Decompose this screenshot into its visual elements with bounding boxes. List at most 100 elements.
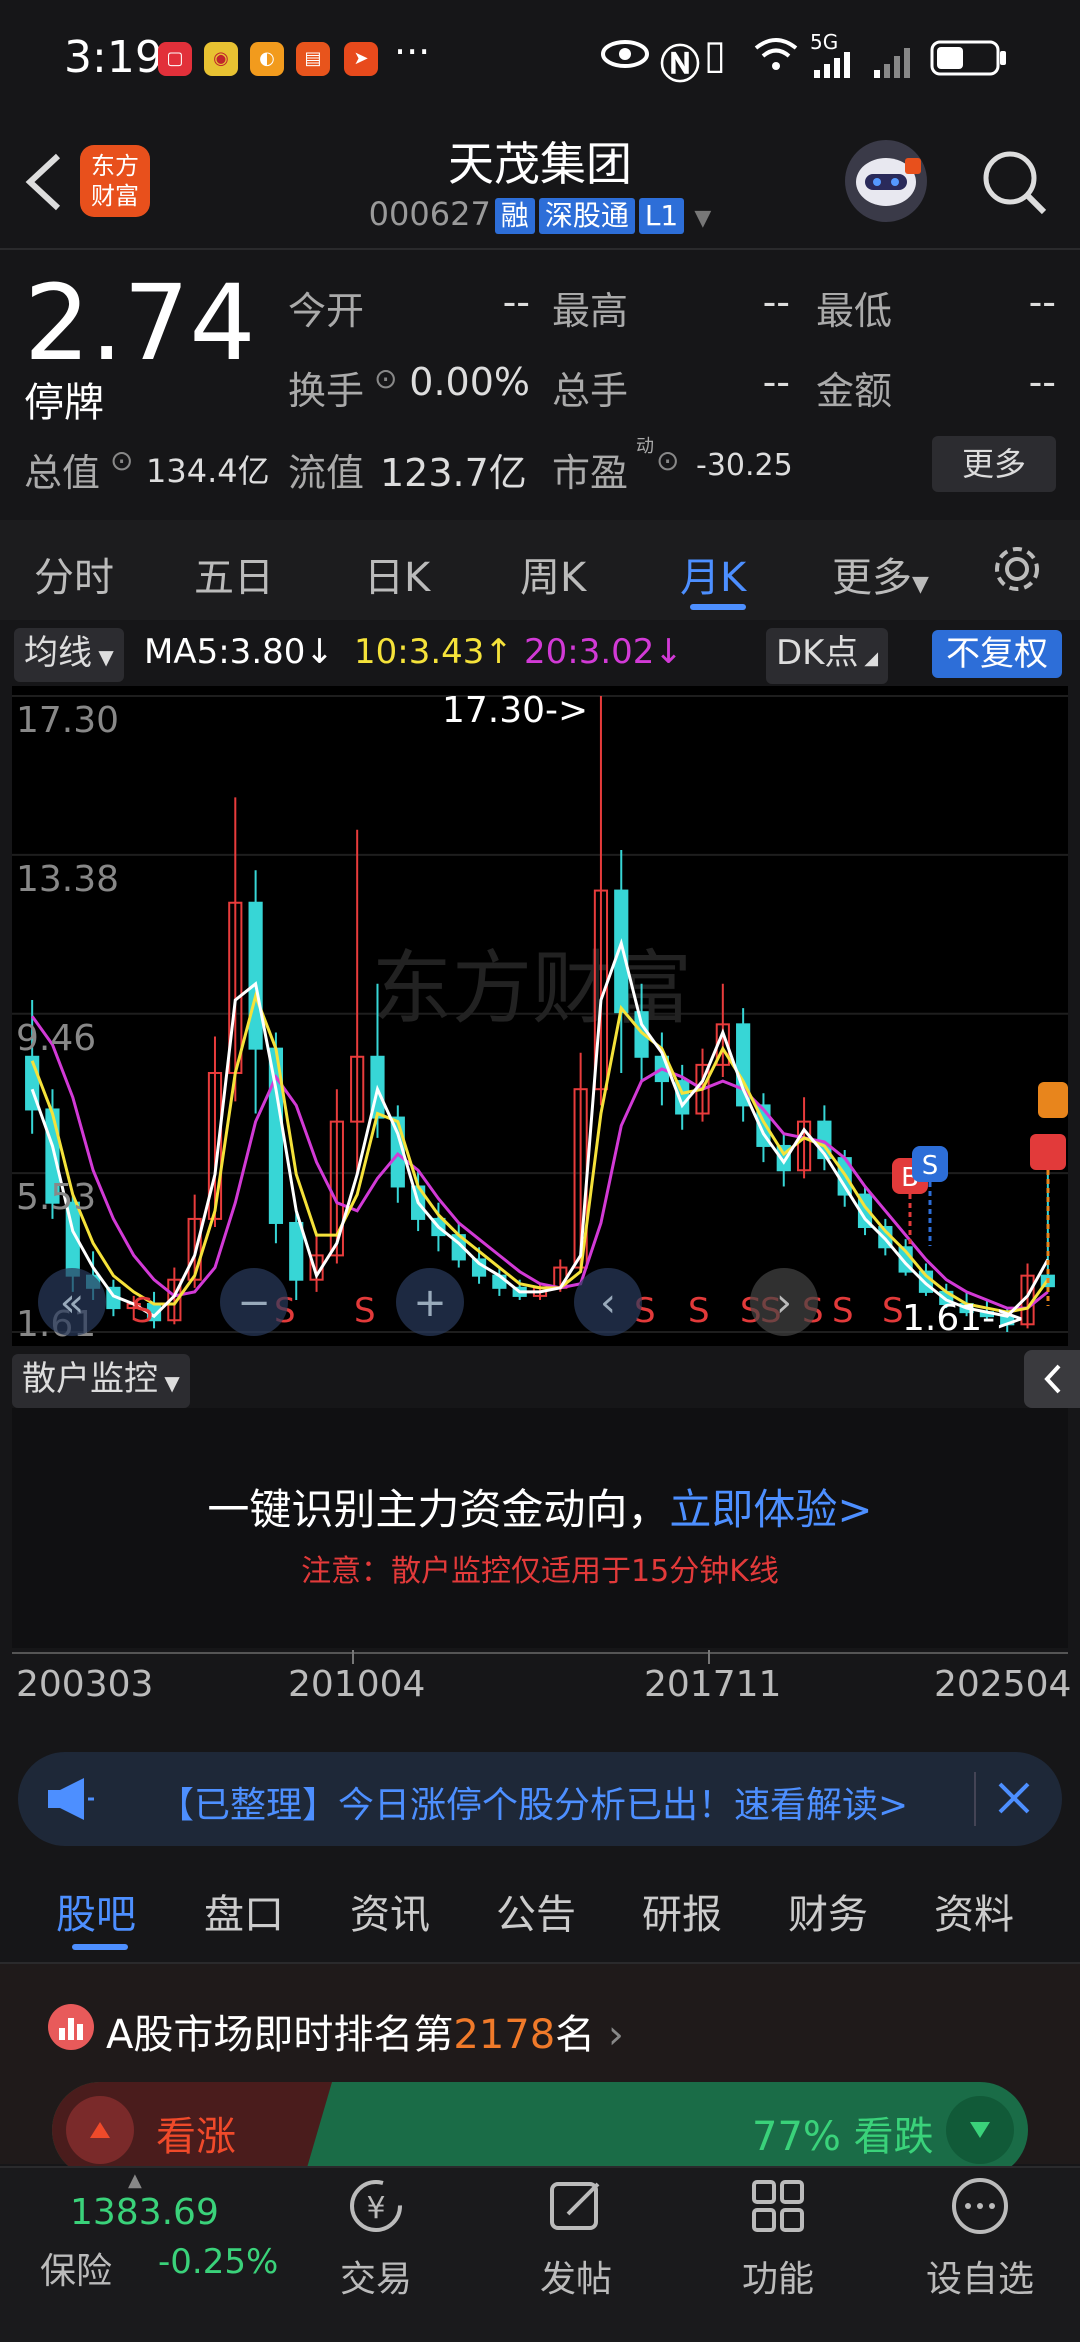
- level-tag: L1: [638, 198, 685, 234]
- more-notifications-icon: ···: [394, 30, 431, 74]
- shopping-icon: ▤: [296, 42, 330, 76]
- adjust-button[interactable]: 不复权: [932, 630, 1062, 678]
- send-icon: ➤: [344, 42, 378, 76]
- sell-signal-letter: S: [882, 1291, 904, 1331]
- monitor-promo[interactable]: 一键识别主力资金动向，立即体验>: [12, 1476, 1068, 1537]
- chevron-left-icon: ‹: [600, 1280, 616, 1326]
- sell-signal-letter: S: [354, 1291, 376, 1331]
- info-icon[interactable]: ⊙: [110, 444, 133, 477]
- rank-suffix: 名: [555, 2012, 596, 2058]
- tab-announcements[interactable]: 公告: [496, 1882, 576, 1940]
- tab-intraday[interactable]: 分时: [34, 545, 114, 603]
- index-name: 保险: [40, 2251, 113, 2292]
- y-axis-label: 17.30: [16, 700, 119, 741]
- x-axis-line: [12, 1652, 1068, 1654]
- info-icon[interactable]: ⊙: [656, 444, 679, 477]
- y-axis-label: 5.53: [16, 1177, 96, 1218]
- taobao-icon: ◐: [250, 42, 284, 76]
- rank-chart-icon: [48, 2004, 94, 2050]
- triangle-down-icon: [970, 2122, 990, 2138]
- sell-signal-letter: S: [132, 1291, 154, 1331]
- active-tab-indicator: [72, 1944, 128, 1950]
- retail-monitor-panel: 一键识别主力资金动向，立即体验> 注意：散户监控仅适用于15分钟K线: [12, 1408, 1068, 1648]
- triangle-up-icon: [90, 2122, 110, 2138]
- tab-weekly-k[interactable]: 周K: [520, 545, 586, 603]
- search-button[interactable]: [980, 148, 1050, 222]
- edit-icon: [550, 2182, 600, 2230]
- tab-more[interactable]: 更多▼: [832, 545, 929, 603]
- vote-bull-button[interactable]: [66, 2096, 134, 2164]
- megaphone-icon: [44, 1774, 96, 1828]
- nfc-icon: Ⓝ: [660, 42, 700, 88]
- tab-profile[interactable]: 资料: [934, 1882, 1014, 1940]
- rank-row[interactable]: A股市场即时排名第2178名 ›: [106, 2002, 624, 2060]
- ma10-value: 10:3.43↑: [354, 632, 513, 672]
- chevron-left-icon: [1044, 1364, 1061, 1394]
- event-marker-icon[interactable]: [1030, 1134, 1066, 1170]
- more-quote-button[interactable]: 更多: [932, 436, 1056, 492]
- collapse-panel-button[interactable]: [1024, 1350, 1080, 1408]
- ma20-value: 20:3.02↓: [524, 632, 683, 672]
- monitor-headline: 一键识别主力资金动向，: [207, 1485, 670, 1534]
- svg-text:¥: ¥: [366, 2191, 385, 2226]
- kline-chart[interactable]: 东方财富 17.3013.389.465.531.61 17.30-> 1.61…: [12, 686, 1068, 1346]
- nav-add-watchlist-label: 设自选: [925, 2259, 1034, 2300]
- status-time: 3:19: [64, 32, 163, 83]
- nav-post[interactable]: 发帖: [496, 2170, 656, 2340]
- caret-down-icon: ▼: [694, 206, 712, 231]
- ma-select[interactable]: 均线 ▼: [14, 628, 124, 682]
- chart-settings-button[interactable]: [990, 542, 1044, 600]
- pe-label: 市盈: [552, 451, 629, 495]
- grid-icon: [752, 2180, 804, 2232]
- yen-exchange-icon: ¥: [350, 2180, 402, 2232]
- tab-monthly-k[interactable]: 月K: [680, 545, 746, 603]
- monitor-note: 注意：散户监控仅适用于15分钟K线: [301, 1554, 779, 1589]
- sell-signal-letter: S: [688, 1291, 710, 1331]
- float-label: 流值: [288, 451, 365, 495]
- dk-label: DK点: [776, 633, 859, 673]
- monitor-cta[interactable]: 立即体验>: [669, 1485, 872, 1534]
- tab-financials[interactable]: 财务: [788, 1882, 868, 1940]
- pe-value: -30.25: [696, 448, 793, 483]
- event-marker-icon[interactable]: [1038, 1082, 1068, 1118]
- divider: [0, 248, 1080, 250]
- tab-research[interactable]: 研报: [642, 1882, 722, 1940]
- open-label: 今开: [288, 289, 365, 333]
- margin-tag: 融: [494, 198, 535, 234]
- banner-text[interactable]: 【已整理】今日涨停个股分析已出！速看解读>: [158, 1776, 958, 1828]
- max-price-label: 17.30->: [442, 690, 588, 731]
- tab-news[interactable]: 资讯: [350, 1882, 430, 1940]
- robot-assistant-icon[interactable]: [845, 140, 927, 222]
- vibrate-icon: ▯: [704, 32, 727, 78]
- close-banner-button[interactable]: [992, 1776, 1036, 1824]
- tab-daily-k[interactable]: 日K: [364, 545, 430, 603]
- open-value: --: [502, 280, 530, 324]
- retail-monitor-select[interactable]: 散户监控 ▼: [12, 1354, 190, 1408]
- info-icon[interactable]: ⊙: [374, 362, 397, 395]
- nav-trade[interactable]: ¥ 交易: [296, 2170, 456, 2340]
- banner-divider: [974, 1772, 976, 1826]
- tab-five-day[interactable]: 五日: [194, 545, 274, 603]
- nav-functions[interactable]: 功能: [698, 2170, 858, 2340]
- chevron-right-icon: ›: [776, 1280, 792, 1326]
- stock-code: 000627: [368, 195, 491, 233]
- amount-value: --: [1028, 360, 1056, 404]
- tab-order-book[interactable]: 盘口: [204, 1882, 284, 1940]
- news-banner[interactable]: 【已整理】今日涨停个股分析已出！速看解读>: [18, 1752, 1062, 1846]
- dk-point-button[interactable]: DK点 ◢: [766, 628, 889, 684]
- chevron-right-icon: ›: [595, 2012, 624, 2058]
- weibo-icon: ◉: [204, 42, 238, 76]
- trading-status: 停牌: [24, 380, 104, 426]
- x-tick: [352, 1650, 354, 1664]
- float-value: 123.7亿: [380, 451, 527, 495]
- nav-add-watchlist[interactable]: 设自选: [900, 2170, 1060, 2340]
- vote-bear-button[interactable]: [946, 2096, 1014, 2164]
- bull-label: 看涨: [156, 2114, 236, 2160]
- tab-forum[interactable]: 股吧: [56, 1882, 136, 1940]
- caret-down-icon: ▼: [92, 645, 114, 669]
- double-chevron-left-icon: «: [60, 1280, 84, 1326]
- x-axis-label: 202504: [934, 1664, 1072, 1705]
- current-price: 2.74: [24, 262, 256, 384]
- retail-monitor-label: 散户监控: [22, 1359, 158, 1399]
- index-value[interactable]: 1383.69: [70, 2192, 219, 2233]
